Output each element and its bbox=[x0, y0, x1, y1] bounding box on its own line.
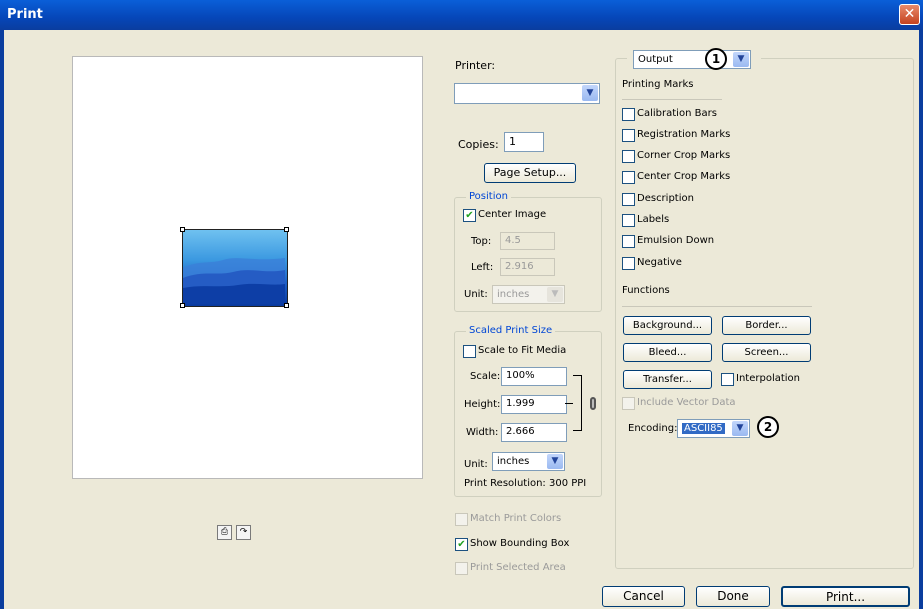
width-label: Width: bbox=[466, 427, 499, 438]
calibration-bars-label: Calibration Bars bbox=[637, 108, 717, 119]
transfer-button[interactable]: Transfer... bbox=[623, 370, 712, 389]
scaled-unit-label: Unit: bbox=[464, 459, 488, 470]
interpolation-label: Interpolation bbox=[736, 373, 800, 384]
center-image-label: Center Image bbox=[478, 209, 547, 220]
separator bbox=[622, 306, 812, 307]
scaled-unit-value: inches bbox=[497, 456, 530, 467]
copies-label: Copies: bbox=[458, 138, 499, 151]
match-print-colors-label: Match Print Colors bbox=[470, 513, 562, 524]
corner-crop-marks-checkbox[interactable] bbox=[622, 150, 635, 163]
resize-handle[interactable] bbox=[180, 227, 185, 232]
show-bounding-box-checkbox[interactable]: ✔ bbox=[455, 538, 468, 551]
copies-input[interactable]: 1 bbox=[504, 132, 544, 152]
print-resolution-text: Print Resolution: 300 PPI bbox=[464, 478, 587, 489]
top-label: Top: bbox=[471, 236, 492, 247]
chevron-down-icon: ▼ bbox=[547, 454, 563, 469]
scale-label: Scale: bbox=[470, 371, 501, 382]
printer-select[interactable]: ▼ bbox=[454, 83, 600, 104]
scale-to-fit-checkbox[interactable] bbox=[463, 345, 476, 358]
negative-label: Negative bbox=[637, 257, 682, 268]
resize-handle[interactable] bbox=[180, 303, 185, 308]
encoding-value: ASCII85 bbox=[682, 423, 725, 434]
include-vector-data-label: Include Vector Data bbox=[637, 397, 736, 408]
negative-checkbox[interactable] bbox=[622, 257, 635, 270]
resize-handle[interactable] bbox=[284, 227, 289, 232]
checkmark-icon: ✔ bbox=[465, 210, 474, 221]
chevron-down-icon: ▼ bbox=[547, 287, 563, 302]
close-icon: ✕ bbox=[903, 6, 916, 22]
background-button[interactable]: Background... bbox=[623, 316, 712, 335]
left-label: Left: bbox=[471, 262, 494, 273]
callout-1: 1 bbox=[705, 48, 727, 70]
top-input[interactable]: 4.5 bbox=[500, 232, 555, 250]
registration-marks-label: Registration Marks bbox=[637, 129, 731, 140]
calibration-bars-checkbox[interactable] bbox=[622, 108, 635, 121]
left-input[interactable]: 2.916 bbox=[500, 258, 555, 276]
encoding-select[interactable]: ASCII85 ▼ bbox=[677, 419, 750, 438]
title-bar[interactable]: Print ✕ bbox=[0, 0, 923, 30]
chain-link-icon[interactable] bbox=[590, 397, 596, 410]
position-unit-select[interactable]: inches ▼ bbox=[492, 285, 565, 304]
scale-input[interactable]: 100% bbox=[501, 367, 567, 386]
bleed-button[interactable]: Bleed... bbox=[623, 343, 712, 362]
chevron-down-icon: ▼ bbox=[582, 85, 598, 101]
labels-checkbox[interactable] bbox=[622, 214, 635, 227]
separator bbox=[622, 99, 722, 100]
print-selected-area-checkbox[interactable] bbox=[455, 562, 468, 575]
match-print-colors-checkbox[interactable] bbox=[455, 513, 468, 526]
print-preview-icon[interactable]: ⎙ bbox=[217, 525, 232, 540]
center-crop-marks-label: Center Crop Marks bbox=[637, 171, 731, 182]
printer-label: Printer: bbox=[455, 59, 496, 72]
functions-heading: Functions bbox=[622, 285, 670, 296]
cancel-button[interactable]: Cancel bbox=[602, 586, 685, 607]
description-checkbox[interactable] bbox=[622, 193, 635, 206]
include-vector-data-checkbox[interactable] bbox=[622, 397, 635, 410]
corner-crop-marks-label: Corner Crop Marks bbox=[637, 150, 731, 161]
printing-marks-heading: Printing Marks bbox=[622, 79, 694, 90]
registration-marks-checkbox[interactable] bbox=[622, 129, 635, 142]
scale-to-fit-label: Scale to Fit Media bbox=[478, 345, 567, 356]
height-input[interactable]: 1.999 bbox=[501, 395, 567, 414]
window-frame-right bbox=[919, 30, 923, 609]
callout-2: 2 bbox=[757, 416, 779, 438]
width-input[interactable]: 2.666 bbox=[501, 423, 567, 442]
description-label: Description bbox=[637, 193, 694, 204]
mountain-image-icon bbox=[183, 258, 285, 304]
output-select-value: Output bbox=[638, 54, 673, 65]
link-bracket bbox=[573, 375, 582, 431]
link-bracket-stub bbox=[565, 403, 573, 404]
close-button[interactable]: ✕ bbox=[899, 4, 920, 25]
border-button[interactable]: Border... bbox=[722, 316, 811, 335]
window-frame-left bbox=[0, 30, 4, 609]
emulsion-down-label: Emulsion Down bbox=[637, 235, 715, 246]
print-selected-area-label: Print Selected Area bbox=[470, 562, 566, 573]
center-crop-marks-checkbox[interactable] bbox=[622, 171, 635, 184]
page-orientation-icon[interactable]: ↷ bbox=[236, 525, 251, 540]
image-thumbnail[interactable] bbox=[182, 229, 288, 307]
scaled-unit-select[interactable]: inches ▼ bbox=[492, 452, 565, 471]
position-title: Position bbox=[466, 191, 511, 202]
height-label: Height: bbox=[464, 399, 501, 410]
print-button[interactable]: Print... bbox=[781, 586, 910, 607]
output-select[interactable]: Output ▼ bbox=[633, 50, 751, 69]
center-image-checkbox[interactable]: ✔ bbox=[463, 209, 476, 222]
done-button[interactable]: Done bbox=[696, 586, 770, 607]
window-title: Print bbox=[7, 7, 43, 22]
checkmark-icon: ✔ bbox=[457, 539, 466, 550]
labels-label: Labels bbox=[637, 214, 670, 225]
screen-button[interactable]: Screen... bbox=[722, 343, 811, 362]
position-unit-value: inches bbox=[497, 289, 530, 300]
chevron-down-icon: ▼ bbox=[733, 52, 749, 67]
encoding-label: Encoding: bbox=[628, 423, 678, 434]
resize-handle[interactable] bbox=[284, 303, 289, 308]
page-setup-button[interactable]: Page Setup... bbox=[484, 163, 576, 183]
show-bounding-box-label: Show Bounding Box bbox=[470, 538, 570, 549]
emulsion-down-checkbox[interactable] bbox=[622, 235, 635, 248]
chevron-down-icon: ▼ bbox=[732, 421, 748, 436]
scaled-print-size-title: Scaled Print Size bbox=[466, 325, 556, 336]
position-unit-label: Unit: bbox=[464, 289, 488, 300]
interpolation-checkbox[interactable] bbox=[721, 373, 734, 386]
